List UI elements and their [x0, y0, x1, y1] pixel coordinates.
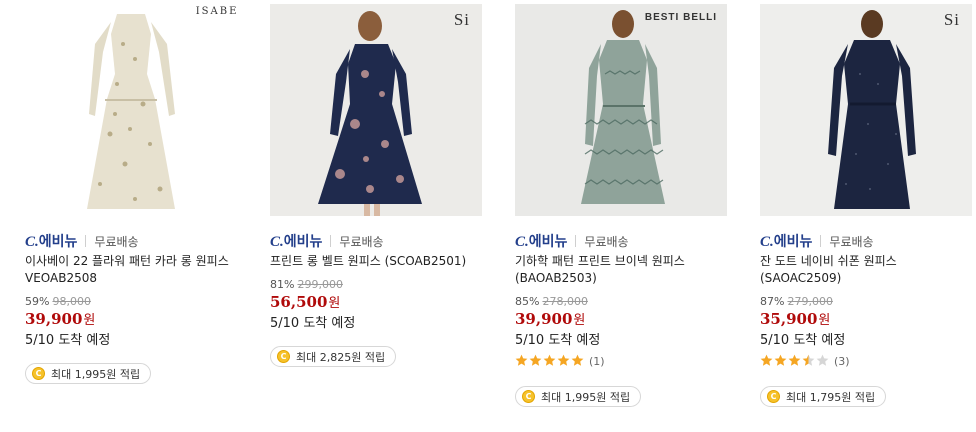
product-image[interactable]: Si — [270, 4, 482, 216]
points-badge[interactable]: C 최대 2,825원 적립 — [270, 346, 397, 367]
shipping-label: 무료배송 — [829, 234, 874, 249]
divider — [85, 235, 87, 247]
points-label: 최대 2,825원 적립 — [296, 350, 386, 364]
product-card[interactable]: Si C.에비뉴 무료배송 프린트 롱 벨트 원피스 (SCOAB2501) 8… — [270, 0, 482, 367]
sale-price: 39,900원 — [25, 310, 96, 328]
points-label: 최대 1,795원 적립 — [786, 390, 876, 404]
star-icon — [774, 354, 787, 366]
points-badge[interactable]: C 최대 1,995원 적립 — [515, 386, 642, 407]
discount-info: 85% 278,000 — [515, 295, 727, 308]
delivery-estimate: 5/10 도착 예정 — [25, 333, 111, 348]
product-title[interactable]: 잔 도트 네이비 쉬폰 원피스 (SAOAC2509) — [760, 253, 972, 287]
sale-price: 35,900원 — [760, 310, 831, 328]
dress-geometric-image — [515, 4, 727, 216]
original-price: 278,000 — [542, 295, 588, 308]
points-label: 최대 1,995원 적립 — [541, 390, 631, 404]
product-title[interactable]: 이사베이 22 플라워 패턴 카라 롱 원피스 VEOAB2508 — [25, 253, 237, 287]
star-icon — [816, 354, 829, 366]
product-card[interactable]: BESTI BELLI C.에비뉴 무료배송 기하학 패턴 프린트 브이넥 원피… — [515, 0, 727, 407]
product-image[interactable]: Si — [760, 4, 972, 216]
star-icon — [557, 354, 570, 366]
shipping-label: 무료배송 — [339, 234, 384, 249]
star-icon — [529, 354, 542, 366]
discount-info: 87% 279,000 — [760, 295, 972, 308]
points-badge[interactable]: C 최대 1,795원 적립 — [760, 386, 887, 407]
discount-rate: 87% — [760, 295, 785, 308]
shipping-label: 무료배송 — [584, 234, 629, 249]
coin-icon: C — [32, 367, 45, 380]
star-icon — [802, 354, 815, 366]
points-label: 최대 1,995원 적립 — [51, 367, 141, 381]
star-icon — [515, 354, 528, 366]
delivery-estimate: 5/10 도착 예정 — [270, 316, 356, 331]
original-price: 299,000 — [297, 278, 343, 291]
coin-icon: C — [277, 350, 290, 363]
discount-rate: 59% — [25, 295, 50, 308]
points-badge[interactable]: C 최대 1,995원 적립 — [25, 363, 152, 384]
delivery-estimate: 5/10 도착 예정 — [760, 333, 846, 348]
star-icon — [571, 354, 584, 366]
product-image[interactable]: ISABEY — [25, 4, 237, 216]
product-title[interactable]: 기하학 패턴 프린트 브이넥 원피스 (BAOAB2503) — [515, 253, 727, 287]
divider — [820, 235, 822, 247]
product-title[interactable]: 프린트 롱 벨트 원피스 (SCOAB2501) — [270, 253, 482, 270]
coin-icon: C — [522, 390, 535, 403]
divider — [330, 235, 332, 247]
discount-info: 59% 98,000 — [25, 295, 237, 308]
brand-logo: BESTI BELLI — [644, 12, 717, 23]
star-rating[interactable]: (1) — [515, 354, 727, 368]
seller-name[interactable]: C.에비뉴 — [760, 231, 812, 251]
brand-logo: Si — [453, 10, 470, 29]
original-price: 279,000 — [787, 295, 833, 308]
coin-icon: C — [767, 390, 780, 403]
seller-name[interactable]: C.에비뉴 — [270, 231, 322, 251]
shipping-label: 무료배송 — [94, 234, 139, 249]
seller-name[interactable]: C.에비뉴 — [515, 231, 567, 251]
original-price: 98,000 — [52, 295, 91, 308]
discount-rate: 81% — [270, 278, 295, 291]
delivery-estimate: 5/10 도착 예정 — [515, 333, 601, 348]
dress-navy-floral-image — [270, 4, 482, 216]
star-icon — [760, 354, 773, 366]
product-image[interactable]: BESTI BELLI — [515, 4, 727, 216]
star-icon — [788, 354, 801, 366]
star-icon — [543, 354, 556, 366]
brand-logo: Si — [943, 10, 960, 29]
dress-navy-dot-image — [760, 4, 972, 216]
product-card[interactable]: Si C.에비뉴 무료배송 잔 도트 네이비 쉬폰 원피스 (SAOAC2509… — [760, 0, 972, 407]
star-rating[interactable]: (3) — [760, 354, 972, 368]
discount-rate: 85% — [515, 295, 540, 308]
discount-info: 81% 299,000 — [270, 278, 482, 291]
stars — [515, 352, 585, 371]
review-count: (1) — [589, 354, 605, 368]
seller-name[interactable]: C.에비뉴 — [25, 231, 77, 251]
stars — [760, 352, 830, 371]
sale-price: 56,500원 — [270, 293, 341, 311]
dress-floral-image — [25, 4, 237, 216]
sale-price: 39,900원 — [515, 310, 586, 328]
product-card[interactable]: ISABEY C.에비뉴 무료배송 이사베이 22 플라워 패턴 카라 롱 원피… — [25, 0, 237, 384]
divider — [575, 235, 577, 247]
review-count: (3) — [834, 354, 850, 368]
brand-logo: ISABEY — [195, 6, 237, 17]
